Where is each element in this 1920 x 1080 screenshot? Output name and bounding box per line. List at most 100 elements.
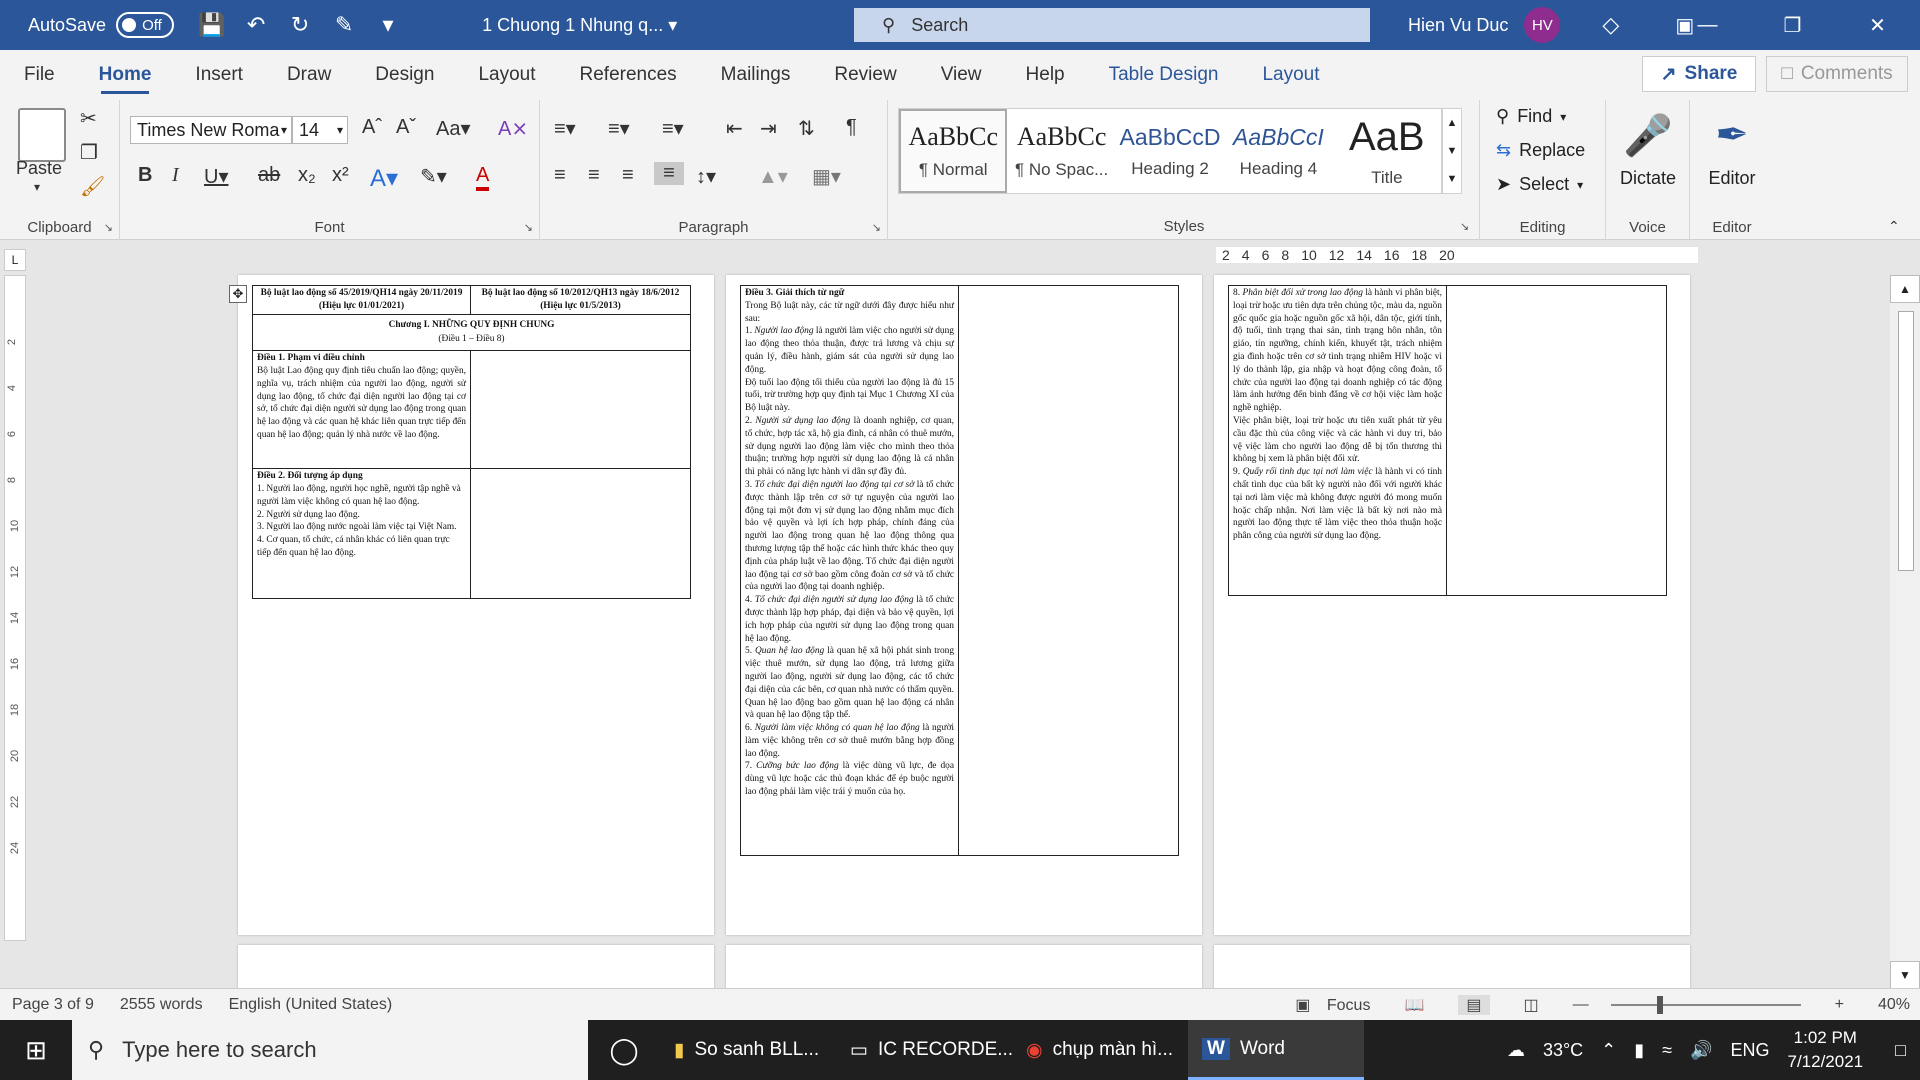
highlight-icon[interactable]: ✎▾ [420,164,447,189]
decrease-indent-icon[interactable]: ⇤ [726,116,743,141]
comparison-table[interactable]: Điều 3. Giải thích từ ngữ Trong Bộ luật … [740,285,1179,856]
table-cell[interactable] [1446,285,1667,596]
weather-icon[interactable]: ☁ [1507,1040,1525,1061]
font-name-select[interactable]: Times New Roma ▾ [130,116,292,144]
select-button[interactable]: ➤ Select ▾ [1496,174,1583,195]
save-icon[interactable]: 💾 [198,12,226,38]
tab-view[interactable]: View [919,50,1004,100]
document-page-2[interactable]: Điều 3. Giải thích từ ngữ Trong Bộ luật … [726,275,1202,935]
tab-insert[interactable]: Insert [173,50,265,100]
style-title[interactable]: AaB Title [1333,109,1441,193]
dialog-launcher-icon[interactable]: ↘ [1460,220,1469,233]
table-cell[interactable]: 8. Phân biệt đối xử trong lao động là hà… [1228,285,1447,596]
taskbar-app-recorder[interactable]: ▭ IC RECORDE... [836,1020,1012,1080]
font-size-select[interactable]: 14 ▾ [292,116,348,144]
share-button[interactable]: ↗ Share [1642,56,1756,92]
increase-indent-icon[interactable]: ⇥ [760,116,777,141]
comparison-table[interactable]: Bộ luật lao động số 45/2019/QH14 ngày 20… [252,285,691,600]
paste-chevron-icon[interactable]: ▾ [34,180,40,194]
align-center-icon[interactable]: ≡ [588,164,600,187]
customize-qa-icon[interactable]: ▾ [374,12,402,38]
dialog-launcher-icon[interactable]: ↘ [872,221,881,234]
search-box[interactable]: ⚲ Search [854,8,1370,42]
document-page-6[interactable] [1214,945,1690,988]
bullets-icon[interactable]: ≡▾ [554,116,576,141]
tab-layout[interactable]: Layout [456,50,557,100]
document-page-5[interactable] [726,945,1202,988]
subscript-icon[interactable]: x₂ [298,164,316,187]
zoom-level[interactable]: 40% [1878,996,1910,1014]
read-mode-icon[interactable]: 📖 [1404,995,1424,1015]
clear-formatting-icon[interactable]: A⨯ [498,116,528,141]
document-page-1[interactable]: Bộ luật lao động số 45/2019/QH14 ngày 20… [238,275,714,935]
italic-icon[interactable]: I [172,164,179,187]
focus-button[interactable]: ▣ Focus [1283,995,1370,1015]
more-icon[interactable]: ▼ [1447,173,1458,185]
battery-icon[interactable]: ▮ [1634,1040,1644,1061]
multilevel-list-icon[interactable]: ≡▾ [662,116,684,141]
autosave-toggle[interactable]: Off [116,12,175,38]
justify-icon[interactable]: ≡ [654,162,684,185]
shrink-font-icon[interactable]: Aˇ [396,116,416,139]
diamond-icon[interactable]: ◇ [1602,12,1619,38]
chevron-up-icon[interactable]: ⌃ [1601,1040,1616,1061]
table-cell[interactable]: Điều 3. Giải thích từ ngữ Trong Bộ luật … [740,285,959,856]
tab-table-layout[interactable]: Layout [1240,50,1341,100]
format-painter-icon[interactable]: 🖌 [80,174,105,199]
change-case-icon[interactable]: Aa▾ [436,116,471,141]
style-normal[interactable]: AaBbCc ¶ Normal [899,109,1008,193]
restore-icon[interactable]: ❐ [1750,0,1835,50]
comments-button[interactable]: □ Comments [1766,56,1908,92]
clock[interactable]: 1:02 PM 7/12/2021 [1787,1026,1863,1074]
wifi-icon[interactable]: ≈ [1662,1040,1672,1061]
tab-design[interactable]: Design [353,50,456,100]
scroll-up-icon[interactable]: ▲ [1890,275,1920,303]
table-cell[interactable]: Điều 1. Phạm vi điều chỉnh Bộ luật Lao độ… [252,350,471,470]
avatar[interactable]: HV [1524,7,1561,43]
redo-icon[interactable]: ↻ [286,12,314,38]
text-effects-icon[interactable]: A▾ [370,164,398,193]
tab-selector[interactable]: L [4,249,26,271]
draw-pen-icon[interactable]: ✎ [330,12,358,38]
dictate-button[interactable]: 🎤 Dictate [1608,106,1688,189]
minimize-icon[interactable]: — [1665,0,1750,50]
user-account[interactable]: Hien Vu Duc HV ◇ ▣ [1408,0,1694,50]
chevron-down-icon[interactable]: ▼ [1447,145,1458,157]
vertical-ruler[interactable]: 2 4 6 8 10 12 14 16 18 20 22 24 [4,275,26,941]
editor-button[interactable]: ✒ Editor [1692,106,1772,189]
scroll-down-icon[interactable]: ▼ [1890,961,1920,988]
replace-button[interactable]: ⇆ Replace [1496,140,1585,161]
chevron-up-icon[interactable]: ▲ [1447,117,1458,129]
bold-icon[interactable]: B [138,164,152,187]
zoom-in-icon[interactable]: + [1835,996,1844,1014]
horizontal-ruler[interactable]: 2 4 6 8 10 12 14 16 18 20 [1216,247,1698,263]
close-icon[interactable]: ✕ [1835,0,1920,50]
strikethrough-icon[interactable]: ab [258,164,280,187]
volume-icon[interactable]: 🔊 [1690,1040,1712,1061]
shading-icon[interactable]: ▲▾ [758,164,788,189]
taskbar-app-explorer[interactable]: ▮ So sanh BLL... [660,1020,836,1080]
notifications-icon[interactable]: □ [1895,1040,1906,1061]
tab-home[interactable]: Home [77,50,174,100]
table-header-cell[interactable]: Bộ luật lao động số 10/2012/QH13 ngày 18… [470,285,691,315]
styles-scroll[interactable]: ▲ ▼ ▼ [1442,108,1462,194]
cut-icon[interactable]: ✂ [80,106,97,131]
line-spacing-icon[interactable]: ↕▾ [696,164,716,189]
table-cell[interactable] [958,285,1179,856]
zoom-slider[interactable] [1610,996,1801,1014]
comparison-table[interactable]: 8. Phân biệt đối xử trong lao động là hà… [1228,285,1667,596]
vertical-scrollbar[interactable]: ▲ ▼ [1890,275,1920,988]
windows-start-icon[interactable]: ⊞ [0,1020,72,1080]
language-indicator[interactable]: English (United States) [229,996,393,1014]
table-cell[interactable] [470,350,691,470]
sort-icon[interactable]: ⇅ [798,116,815,141]
undo-icon[interactable]: ↶ [242,12,270,38]
align-left-icon[interactable]: ≡ [554,164,566,187]
numbering-icon[interactable]: ≡▾ [608,116,630,141]
tab-review[interactable]: Review [812,50,918,100]
web-layout-icon[interactable]: ◫ [1524,995,1539,1015]
tab-references[interactable]: References [558,50,699,100]
table-header-cell[interactable]: Bộ luật lao động số 45/2019/QH14 ngày 20… [252,285,471,315]
zoom-out-icon[interactable]: — [1573,996,1589,1014]
dialog-launcher-icon[interactable]: ↘ [524,221,533,234]
